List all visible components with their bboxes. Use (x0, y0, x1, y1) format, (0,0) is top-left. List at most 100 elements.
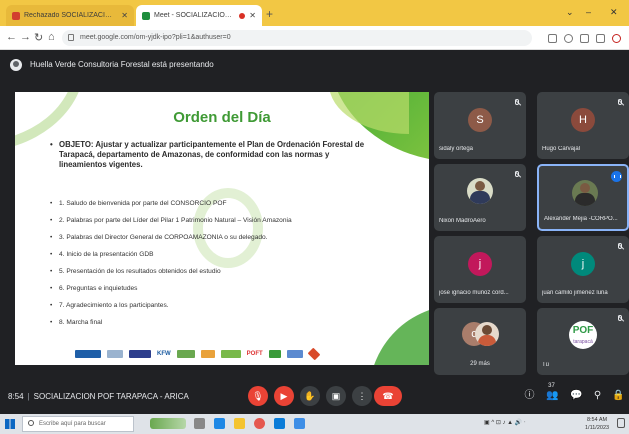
activities-icon[interactable]: ⚲ (592, 390, 603, 401)
slide-title: Orden del Día (173, 109, 271, 126)
sponsor-logos: KFW POFT (75, 347, 321, 361)
forward-icon[interactable]: → (20, 31, 31, 43)
sponsor-logo (307, 347, 321, 361)
participant-tile[interactable]: j jose ignacio munoz cord... (434, 236, 526, 303)
avatar: j (571, 252, 595, 276)
sidebar-icon[interactable] (596, 34, 605, 43)
back-icon[interactable]: ← (6, 31, 17, 43)
sponsor-logo (286, 350, 303, 358)
edge-icon[interactable] (214, 418, 225, 429)
present-button[interactable]: ▣ (326, 386, 346, 406)
bullet-icon: • (50, 140, 53, 149)
camera-toggle-button[interactable]: ▶ (274, 386, 294, 406)
meeting-name: SOCIALIZACION POF TARAPACA - ARICA (33, 392, 189, 401)
url-field[interactable]: meet.google.com/om-yjdk-ipo?pli=1&authus… (62, 30, 532, 46)
close-tab-icon[interactable]: ✕ (249, 11, 256, 20)
lock-icon[interactable] (68, 34, 74, 41)
agenda-item-text: 8. Marcha final (59, 319, 103, 326)
task-view-icon[interactable] (194, 418, 205, 429)
participant-tile[interactable]: Nixon MadroAero (434, 164, 526, 231)
agenda-item-text: 5. Presentación de los resultados obteni… (59, 268, 221, 275)
lock-settings-icon[interactable]: 🔒 (612, 390, 624, 401)
home-icon[interactable]: ⌂ (48, 31, 55, 43)
agenda-item-text: 1. Saludo de bienvenida por parte del CO… (59, 200, 227, 207)
participant-name: Alexander Mejia -CORPO... (544, 216, 618, 222)
camera-permission-icon[interactable] (548, 34, 557, 43)
agenda-item: • 1. Saludo de bienvenida por parte del C… (50, 200, 227, 207)
participant-name: Tú (542, 362, 550, 368)
agenda-item: • 4. Inicio de la presentación GDB (50, 251, 154, 258)
mail-icon[interactable] (274, 418, 285, 429)
leave-call-button[interactable]: ☎ (374, 386, 402, 406)
agenda-item-text: 2. Palabras por parte del Líder del Pila… (59, 217, 292, 224)
sponsor-logo (220, 350, 241, 358)
tab-search-icon[interactable]: ⌄ (566, 7, 574, 18)
close-window-button[interactable]: ✕ (610, 7, 618, 18)
participant-tile[interactable]: S sidaly ortega (434, 92, 526, 159)
clock-time: 8:54 AM (586, 417, 608, 423)
taskbar-search-input[interactable]: Escribe aquí para buscar (22, 416, 134, 432)
camera-off-icon: ▶ (280, 391, 288, 401)
sponsor-logo (107, 350, 123, 358)
agenda-list: • 1. Saludo de bienvenida por parte del C… (50, 195, 389, 331)
new-tab-button[interactable]: + (266, 7, 273, 21)
tray-icons[interactable]: ▣ ^ ⊡ ♪ ▲ 🔊 ᐧ (484, 419, 525, 426)
more-participants-tile[interactable]: c 29 más (434, 308, 526, 375)
meeting-controls-bar: 8:54 | SOCIALIZACION POF TARAPACA - ARICA … (0, 378, 629, 414)
browser-tab-meet[interactable]: Meet - SOCIALIZACION PO ✕ (136, 5, 262, 26)
recording-dot-icon (239, 12, 246, 19)
mic-toggle-button[interactable]: 🎙 (248, 386, 268, 406)
browser-tab-rechazado[interactable]: Rechazado SOCIALIZACION PO ✕ (6, 5, 134, 26)
store-icon[interactable] (294, 418, 305, 429)
mic-off-icon (618, 315, 622, 321)
participant-tile[interactable]: j juan camilo jimenez luna (537, 236, 629, 303)
taskbar-widget-icon[interactable] (150, 418, 186, 429)
pof-logo-text: POF (572, 325, 594, 336)
participant-name: sidaly ortega (439, 146, 474, 152)
address-bar: ← → ↻ ⌂ meet.google.com/om-yjdk-ipo?pli=… (0, 26, 629, 50)
participant-name: jose ignacio munoz cord... (439, 290, 509, 296)
tab-label: Meet - SOCIALIZACION PO (154, 12, 236, 19)
mail-favicon-icon (12, 11, 20, 20)
minimize-button[interactable]: – (586, 7, 591, 17)
taskbar-clock[interactable]: 8:54 AM 1/11/2023 (585, 416, 609, 432)
agenda-item-text: 7. Agradecimiento a los participantes. (59, 302, 169, 309)
more-options-button[interactable]: ⋮ (352, 386, 372, 406)
agenda-item-text: 3. Palabras del Director General de CORP… (59, 234, 268, 241)
bookmark-star-icon[interactable] (580, 34, 589, 43)
chat-icon[interactable]: 💬 (570, 390, 582, 401)
kfw-logo: KFW (157, 351, 171, 357)
close-tab-icon[interactable]: ✕ (121, 11, 128, 20)
clock-date: 1/11/2023 (585, 425, 610, 431)
sponsor-logo (176, 350, 195, 358)
info-icon[interactable]: ⓘ (524, 390, 535, 401)
participant-tile-speaking[interactable]: Alexander Mejia -CORPO... (537, 164, 629, 231)
present-icon: ▣ (331, 391, 341, 401)
windows-start-icon[interactable] (5, 419, 15, 429)
agenda-item: • 2. Palabras por parte del Líder del Pil… (50, 217, 292, 224)
windows-taskbar: Escribe aquí para buscar ▣ ^ ⊡ ♪ ▲ 🔊 ᐧ 8… (0, 414, 629, 434)
presenting-banner: Huella Verde Consultoria Forestal está p… (0, 50, 629, 80)
file-explorer-icon[interactable] (234, 418, 245, 429)
avatar: S (468, 108, 492, 132)
self-tile[interactable]: POF tarapacá Tú (537, 308, 629, 375)
agenda-item: • 8. Marcha final (50, 319, 103, 326)
participant-photo (467, 178, 493, 204)
search-icon (28, 420, 34, 426)
objective-text: OBJETO: Ajustar y actualizar participant… (59, 140, 365, 170)
participant-tile[interactable]: H Hugo Carvajal (537, 92, 629, 159)
meet-favicon-icon (142, 11, 150, 20)
share-icon[interactable] (564, 34, 573, 43)
reload-icon[interactable]: ↻ (34, 31, 43, 44)
agenda-item: • 5. Presentación de los resultados obten… (50, 268, 221, 275)
agenda-item-text: 4. Inicio de la presentación GDB (59, 251, 154, 258)
participant-photo (475, 322, 499, 346)
presenting-text: Huella Verde Consultoria Forestal está p… (30, 60, 214, 69)
chrome-icon[interactable] (254, 418, 265, 429)
speaking-indicator-icon (611, 171, 622, 182)
participants-count-badge: 37 (548, 383, 555, 389)
agenda-item: • 6. Preguntas e inquietudes (50, 285, 138, 292)
notifications-icon[interactable] (617, 418, 625, 428)
raise-hand-button[interactable]: ✋ (300, 386, 320, 406)
profile-icon[interactable] (612, 34, 621, 43)
